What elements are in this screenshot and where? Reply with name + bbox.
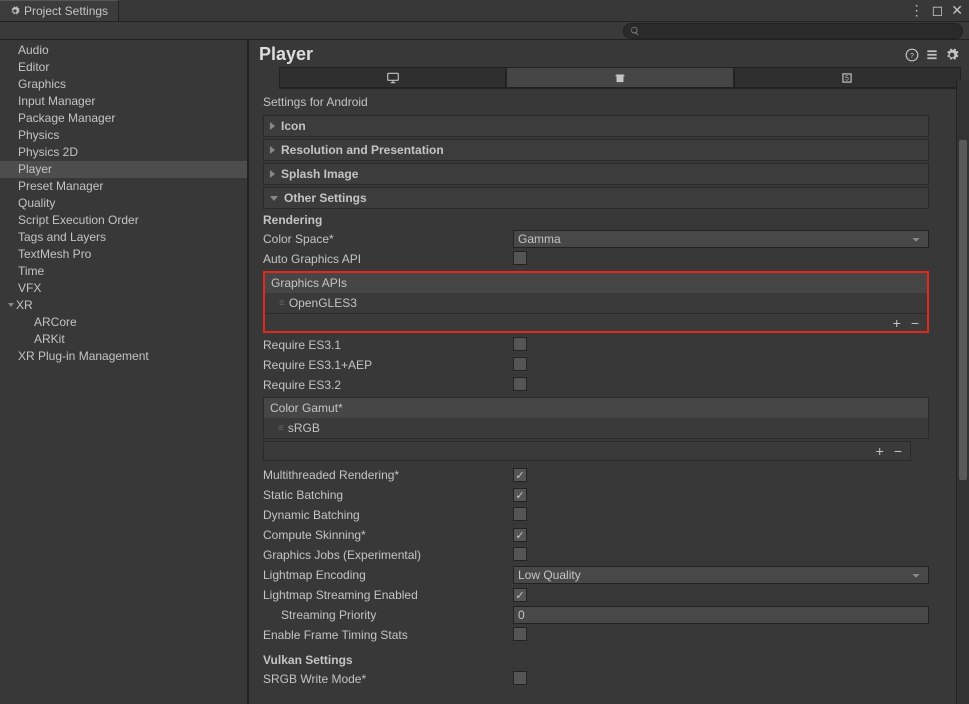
sidebar-item[interactable]: Physics 2D: [0, 144, 247, 161]
add-icon[interactable]: +: [876, 443, 884, 459]
gjobs-checkbox[interactable]: [513, 547, 527, 561]
settings-for-label: Settings for Android: [257, 93, 961, 113]
dynamic-checkbox[interactable]: [513, 507, 527, 521]
svg-text:5: 5: [845, 75, 849, 82]
help-icon[interactable]: ?: [905, 48, 919, 62]
foldout-splash[interactable]: Splash Image: [263, 163, 929, 185]
sidebar: AudioEditorGraphicsInput ManagerPackage …: [0, 40, 249, 704]
graphics-apis-header: Graphics APIs: [265, 273, 927, 293]
tab-android[interactable]: [506, 67, 733, 88]
sidebar-item[interactable]: Editor: [0, 59, 247, 76]
lm-enc-label: Lightmap Encoding: [263, 568, 513, 582]
gjobs-label: Graphics Jobs (Experimental): [263, 548, 513, 562]
color-gamut-list: Color Gamut* ≡sRGB: [263, 397, 929, 439]
scrollbar[interactable]: [956, 80, 969, 704]
tab-webgl[interactable]: 5: [734, 67, 961, 88]
chevron-down-icon: [270, 196, 278, 201]
window-title: Project Settings: [24, 4, 108, 18]
static-label: Static Batching: [263, 488, 513, 502]
content-panel: Player ? 5 Settings for Android Icon Res…: [249, 40, 969, 704]
search-input[interactable]: [623, 23, 963, 39]
srgb-label: SRGB Write Mode*: [263, 672, 513, 686]
titlebar: Project Settings ⋮ ◻ ✕: [0, 0, 969, 22]
lm-enc-select[interactable]: Low Quality: [513, 566, 929, 584]
drag-handle-icon[interactable]: ≡: [279, 298, 283, 309]
dynamic-label: Dynamic Batching: [263, 508, 513, 522]
req32-label: Require ES3.2: [263, 378, 513, 392]
gear-icon: [10, 6, 20, 16]
rendering-heading: Rendering: [263, 211, 929, 229]
frame-timing-checkbox[interactable]: [513, 627, 527, 641]
color-space-select[interactable]: Gamma: [513, 230, 929, 248]
color-gamut-header: Color Gamut*: [264, 398, 928, 418]
lm-stream-checkbox[interactable]: [513, 588, 527, 602]
graphics-apis-list: Graphics APIs ≡OpenGLES3 +−: [263, 271, 929, 333]
chevron-right-icon: [270, 170, 275, 178]
sidebar-item[interactable]: ARKit: [0, 331, 247, 348]
srgb-checkbox[interactable]: [513, 671, 527, 685]
mtr-checkbox[interactable]: [513, 468, 527, 482]
sidebar-item[interactable]: Preset Manager: [0, 178, 247, 195]
list-item[interactable]: ≡sRGB: [264, 418, 928, 438]
platform-tabs: 5: [279, 67, 961, 89]
preset-icon[interactable]: [925, 48, 939, 62]
static-checkbox[interactable]: [513, 488, 527, 502]
window-tab[interactable]: Project Settings: [0, 0, 119, 21]
search-bar: [0, 22, 969, 40]
page-title: Player: [259, 44, 313, 65]
auto-gapi-label: Auto Graphics API: [263, 252, 513, 266]
foldout-other[interactable]: Other Settings: [263, 187, 929, 209]
add-icon[interactable]: +: [893, 315, 901, 331]
scrollbar-thumb[interactable]: [959, 140, 967, 480]
sidebar-item[interactable]: Time: [0, 263, 247, 280]
frame-timing-label: Enable Frame Timing Stats: [263, 628, 513, 642]
compute-label: Compute Skinning*: [263, 528, 513, 542]
sidebar-item[interactable]: XR: [0, 297, 247, 314]
foldout-resolution[interactable]: Resolution and Presentation: [263, 139, 929, 161]
search-icon: [630, 26, 640, 36]
sidebar-item[interactable]: Input Manager: [0, 93, 247, 110]
drag-handle-icon[interactable]: ≡: [278, 423, 282, 434]
req32-checkbox[interactable]: [513, 377, 527, 391]
chevron-right-icon: [270, 122, 275, 130]
req31aep-checkbox[interactable]: [513, 357, 527, 371]
sidebar-item[interactable]: TextMesh Pro: [0, 246, 247, 263]
sidebar-item[interactable]: Quality: [0, 195, 247, 212]
remove-icon[interactable]: −: [894, 443, 902, 459]
sidebar-item[interactable]: ARCore: [0, 314, 247, 331]
remove-icon[interactable]: −: [911, 315, 919, 331]
foldout-icon[interactable]: Icon: [263, 115, 929, 137]
lm-stream-label: Lightmap Streaming Enabled: [263, 588, 513, 602]
auto-gapi-checkbox[interactable]: [513, 251, 527, 265]
compute-checkbox[interactable]: [513, 528, 527, 542]
req31-checkbox[interactable]: [513, 337, 527, 351]
sidebar-item[interactable]: XR Plug-in Management: [0, 348, 247, 365]
sidebar-item[interactable]: Player: [0, 161, 247, 178]
sidebar-item[interactable]: VFX: [0, 280, 247, 297]
sidebar-item[interactable]: Graphics: [0, 76, 247, 93]
stream-prio-label: Streaming Priority: [263, 608, 513, 622]
gear-icon[interactable]: [945, 48, 959, 62]
svg-text:?: ?: [910, 52, 914, 59]
menu-icon[interactable]: ⋮: [908, 2, 926, 19]
req31aep-label: Require ES3.1+AEP: [263, 358, 513, 372]
sidebar-item[interactable]: Audio: [0, 42, 247, 59]
req31-label: Require ES3.1: [263, 338, 513, 352]
maximize-icon[interactable]: ◻: [930, 2, 946, 19]
close-icon[interactable]: ✕: [949, 2, 965, 19]
list-item[interactable]: ≡OpenGLES3: [265, 293, 927, 313]
sidebar-item[interactable]: Physics: [0, 127, 247, 144]
sidebar-item[interactable]: Tags and Layers: [0, 229, 247, 246]
vulkan-heading: Vulkan Settings: [263, 651, 929, 669]
sidebar-item[interactable]: Package Manager: [0, 110, 247, 127]
color-space-label: Color Space*: [263, 232, 513, 246]
sidebar-item[interactable]: Script Execution Order: [0, 212, 247, 229]
mtr-label: Multithreaded Rendering*: [263, 468, 513, 482]
chevron-right-icon: [270, 146, 275, 154]
tab-standalone[interactable]: [279, 67, 506, 88]
stream-prio-input[interactable]: [513, 606, 929, 624]
